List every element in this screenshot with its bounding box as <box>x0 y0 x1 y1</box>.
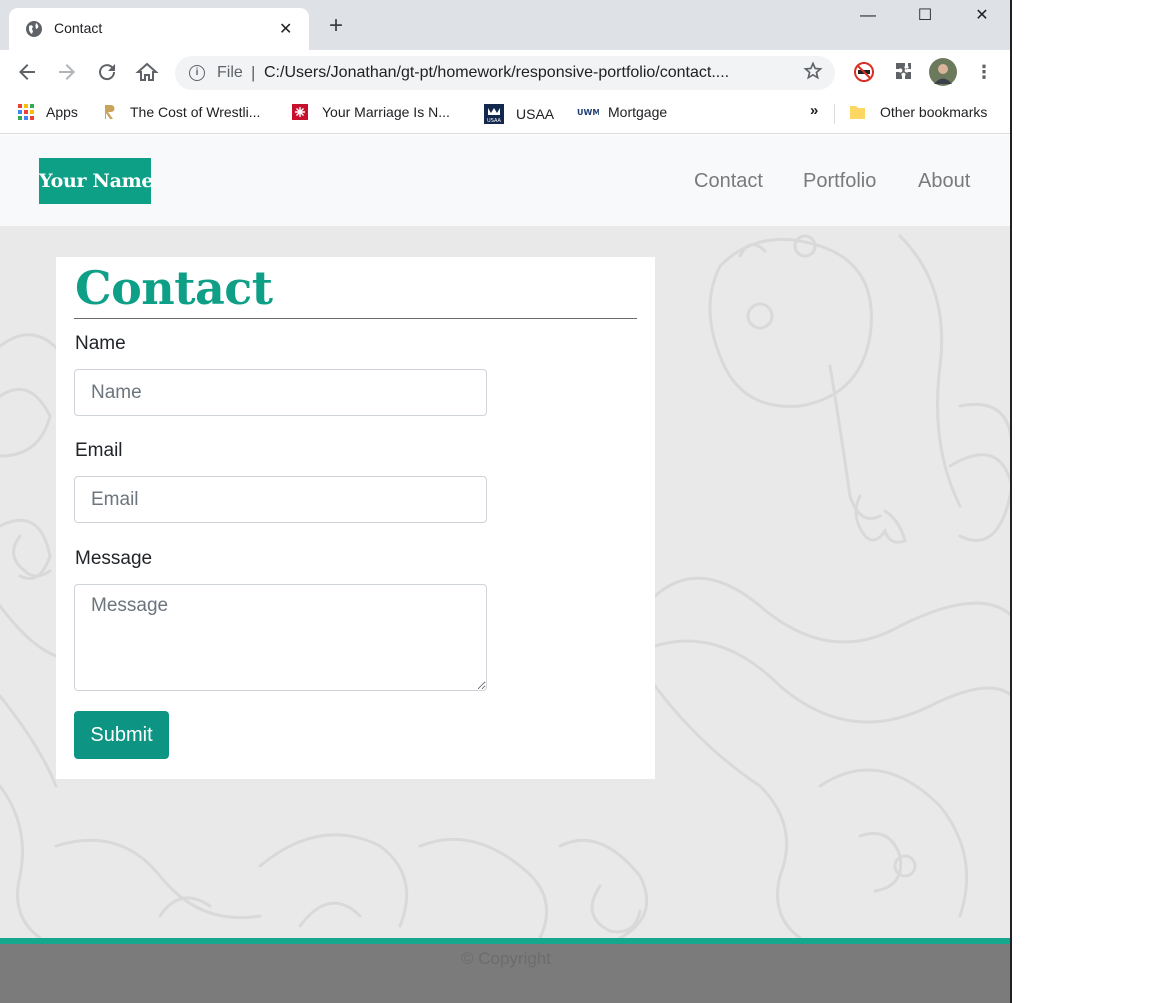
brand-logo[interactable]: Your Name <box>39 158 154 204</box>
bookmark-label: USAA <box>516 106 555 122</box>
bookmark-wrestling[interactable]: The Cost of Wrestli... <box>104 104 260 120</box>
bookmark-apps[interactable]: Apps <box>18 104 78 120</box>
browser-window: Contact ✕ + — ☐ ✕ i File | C:/Users/Jona… <box>0 0 1012 1003</box>
bookmark-mortgage[interactable]: UWM Mortgage <box>577 104 667 120</box>
message-label: Message <box>75 548 153 569</box>
apps-grid-icon <box>18 104 34 120</box>
email-label: Email <box>75 440 123 461</box>
bookmark-usaa[interactable]: USAA USAA <box>484 104 554 124</box>
tab-close-icon[interactable]: ✕ <box>279 19 292 39</box>
close-window-button[interactable]: ✕ <box>967 4 997 28</box>
bookmarks-bar: Apps The Cost of Wrestli... Your Marriag… <box>0 94 1010 134</box>
new-tab-button[interactable]: + <box>325 14 347 38</box>
minimize-button[interactable]: — <box>853 4 883 28</box>
nav-portfolio[interactable]: Portfolio <box>803 170 876 193</box>
web-page: Your Name Contact Portfolio About Contac… <box>0 135 1010 1003</box>
tab-strip: Contact ✕ + — ☐ ✕ <box>0 0 1010 50</box>
bookmark-marriage[interactable]: Your Marriage Is N... <box>292 104 450 120</box>
other-bookmarks[interactable]: Other bookmarks <box>849 104 987 120</box>
globe-icon <box>26 21 42 37</box>
site-navbar: Your Name Contact Portfolio About <box>0 135 1010 226</box>
back-icon[interactable] <box>15 60 39 84</box>
contact-card: Contact Name Email Message Submit <box>56 257 655 779</box>
name-input[interactable] <box>74 369 487 416</box>
bookmark-label: Mortgage <box>608 104 668 120</box>
site-footer: © Copyright <box>0 944 1010 1003</box>
address-bar[interactable]: i File | C:/Users/Jonathan/gt-pt/homewor… <box>175 56 835 90</box>
title-divider <box>74 318 637 319</box>
folder-icon <box>850 106 865 119</box>
svg-text:USAA: USAA <box>487 118 501 124</box>
site-info-icon[interactable]: i <box>189 65 205 81</box>
maximize-button[interactable]: ☐ <box>910 4 940 28</box>
name-label: Name <box>75 333 126 354</box>
bookmarks-divider <box>834 104 835 124</box>
home-icon[interactable] <box>135 60 159 84</box>
scheme-separator: | <box>251 63 256 82</box>
copyright-text: © Copyright <box>460 949 551 968</box>
email-input[interactable] <box>74 476 487 523</box>
tab-title: Contact <box>54 20 103 36</box>
browser-menu-icon[interactable]: ⋮ <box>972 60 996 84</box>
bookmarks-overflow-button[interactable]: » <box>810 102 818 119</box>
bookmark-label: Your Marriage Is N... <box>322 104 450 120</box>
message-textarea[interactable] <box>74 584 487 691</box>
bookmark-star-icon[interactable] <box>803 61 823 81</box>
page-title: Contact <box>75 261 273 315</box>
uwm-logo-icon: UWM <box>577 108 599 117</box>
forward-icon[interactable] <box>55 60 79 84</box>
url-text[interactable]: C:/Users/Jonathan/gt-pt/homework/respons… <box>264 64 789 82</box>
profile-avatar[interactable] <box>929 58 957 86</box>
red-square-icon <box>292 104 308 120</box>
bookmark-label: Apps <box>46 104 78 120</box>
nav-about[interactable]: About <box>918 170 970 193</box>
blocker-extension-icon[interactable] <box>852 60 876 84</box>
reload-icon[interactable] <box>95 60 119 84</box>
svg-text:UWM: UWM <box>577 108 599 117</box>
bookmark-label: The Cost of Wrestli... <box>130 104 261 120</box>
scheme-label: File <box>217 64 243 81</box>
tab-contact[interactable]: Contact ✕ <box>9 8 309 50</box>
bookmark-label: Other bookmarks <box>880 104 988 120</box>
submit-button[interactable]: Submit <box>74 711 169 759</box>
nav-contact[interactable]: Contact <box>694 170 763 193</box>
extensions-puzzle-icon[interactable] <box>892 60 916 84</box>
usaa-logo-icon: USAA <box>484 104 504 124</box>
r-logo-icon <box>105 105 115 119</box>
browser-toolbar: i File | C:/Users/Jonathan/gt-pt/homewor… <box>0 50 1010 94</box>
